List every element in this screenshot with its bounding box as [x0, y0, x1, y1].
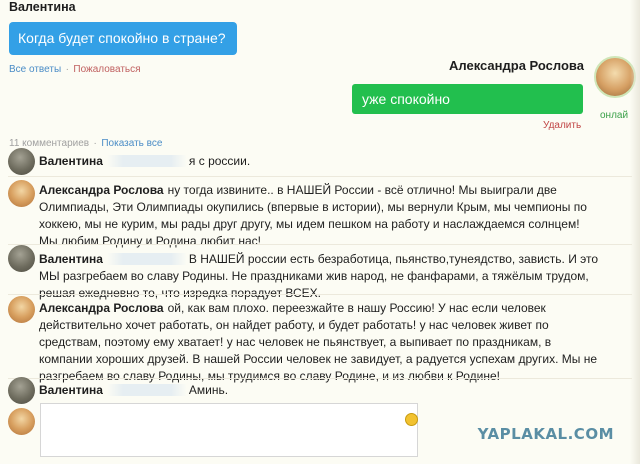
question-text: Когда будет спокойно в стране?	[18, 30, 226, 46]
divider	[8, 378, 632, 379]
smiley-icon[interactable]	[405, 413, 418, 426]
question-author[interactable]: Валентина	[9, 0, 76, 14]
redacted-surname	[106, 253, 187, 265]
answer-text: уже спокойно	[362, 91, 450, 107]
divider	[8, 294, 632, 295]
list-item: Александра Рослова ой, как вам плохо. пер…	[39, 300, 599, 385]
list-item: Валентина Аминь.	[39, 382, 599, 399]
answer-author[interactable]: Александра Рослова	[449, 58, 584, 73]
delete-link[interactable]: Удалить	[543, 120, 581, 131]
avatar[interactable]	[8, 180, 35, 207]
current-user-avatar	[8, 408, 35, 435]
list-item: Александра Рослова ну тогда извините.. в …	[39, 182, 599, 250]
divider	[8, 176, 632, 177]
list-item: Валентина я с россии.	[39, 153, 599, 170]
answer-bubble: уже спокойно	[352, 84, 583, 114]
avatar[interactable]	[8, 296, 35, 323]
avatar[interactable]	[8, 148, 35, 175]
comment-author[interactable]: Александра Рослова	[39, 183, 164, 197]
comment-author[interactable]: Александра Рослова	[39, 301, 164, 315]
comment-text: я с россии.	[188, 154, 251, 168]
question-actions: Все ответы · Пожаловаться	[9, 59, 141, 77]
show-all-link[interactable]: Показать все	[101, 138, 162, 149]
question-bubble: Когда будет спокойно в стране?	[9, 22, 237, 55]
report-link[interactable]: Пожаловаться	[73, 64, 140, 75]
avatar[interactable]	[8, 377, 35, 404]
redacted-surname	[106, 384, 187, 396]
comments-meta: 11 комментариев · Показать все	[9, 133, 162, 151]
divider	[8, 244, 632, 245]
comment-author[interactable]: Валентина	[39, 383, 103, 397]
online-status: онлай	[600, 110, 629, 121]
all-answers-link[interactable]: Все ответы	[9, 64, 61, 75]
separator: ·	[93, 138, 97, 149]
separator: ·	[65, 64, 69, 75]
comment-author[interactable]: Валентина	[39, 154, 103, 168]
page-edge	[630, 0, 640, 464]
reply-input[interactable]	[40, 403, 418, 457]
comment-author[interactable]: Валентина	[39, 252, 103, 266]
avatar[interactable]	[8, 245, 35, 272]
redacted-surname	[106, 155, 187, 167]
watermark: YAPLAKAL.COM	[477, 425, 614, 443]
comment-text: Аминь.	[188, 383, 229, 397]
